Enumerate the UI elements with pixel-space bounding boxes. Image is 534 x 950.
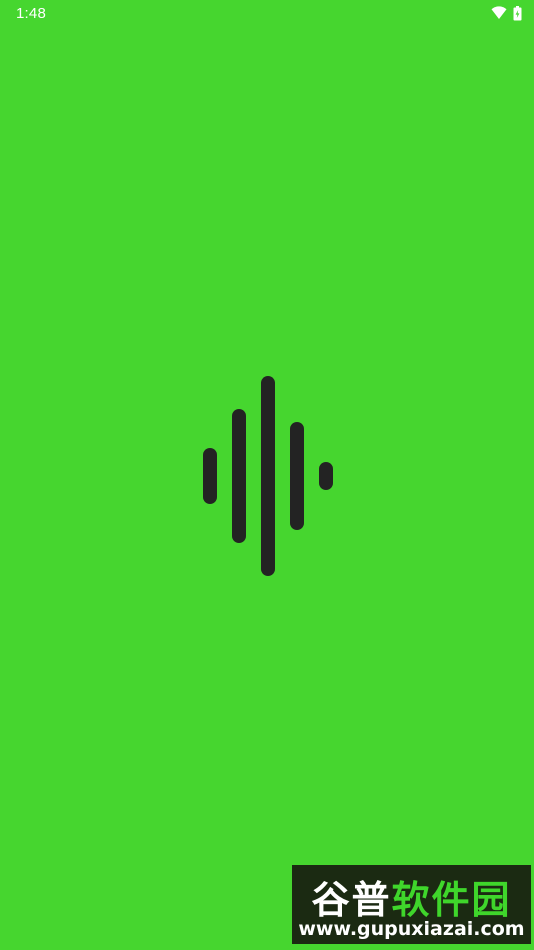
watermark-logo: 谷普软件园 [292,869,531,924]
sound-wave-bar [290,422,304,530]
sound-wave-bar [232,409,246,543]
sound-wave-bar [319,462,333,490]
splash-screen: 1:48 谷普软件园 www.gupuxiazai.com [0,0,534,950]
wifi-icon [491,6,507,20]
watermark-brand-part2: 软件园 [391,878,512,922]
status-time: 1:48 [16,5,46,22]
battery-icon [513,5,522,21]
status-icons [491,5,522,21]
sound-wave-bar [261,376,275,576]
sound-wave-icon [200,372,336,580]
watermark-url: www.gupuxiazai.com [298,918,525,940]
status-bar: 1:48 [0,0,534,28]
sound-wave-bar [203,448,217,504]
watermark: 谷普软件园 www.gupuxiazai.com [292,865,531,944]
watermark-brand-part1: 谷普 [311,878,392,922]
